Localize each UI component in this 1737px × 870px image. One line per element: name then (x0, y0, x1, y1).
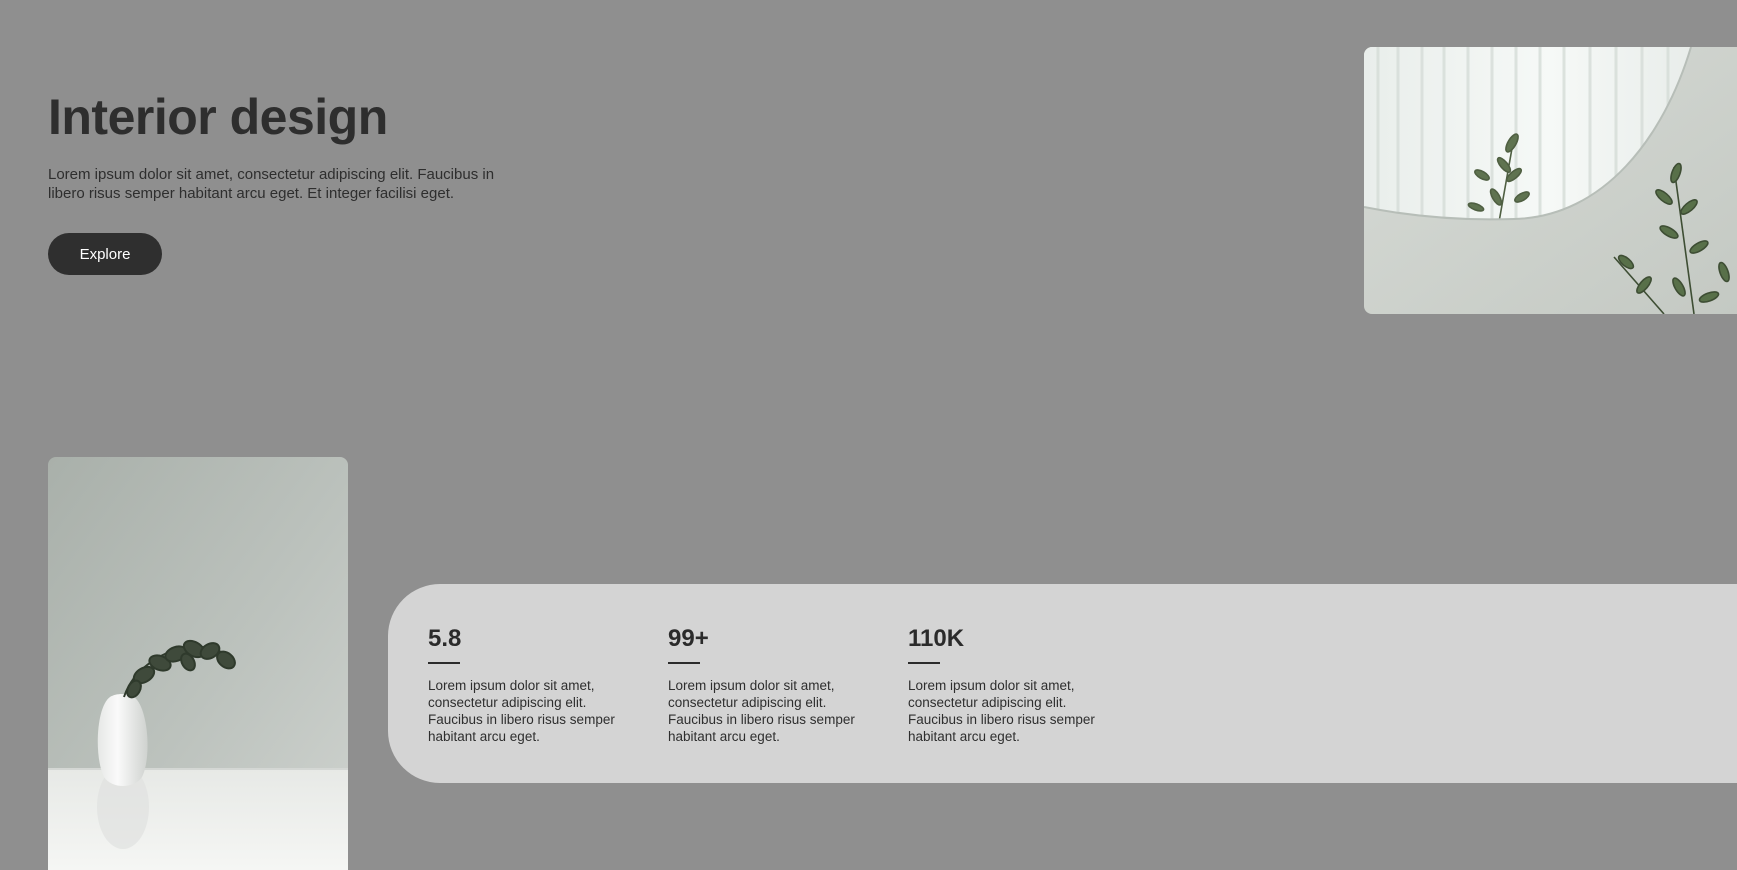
curtain-mirror-photo (1364, 47, 1737, 314)
hero-description: Lorem ipsum dolor sit amet, consectetur … (48, 166, 495, 202)
stat-value: 110K (908, 625, 965, 652)
stat-value: 99+ (668, 625, 709, 652)
page-title: Interior design (48, 89, 388, 145)
stat-description: Lorem ipsum dolor sit amet, consectetur … (428, 678, 615, 744)
stat-divider (668, 662, 700, 664)
stat-divider (908, 662, 940, 664)
stat-description: Lorem ipsum dolor sit amet, consectetur … (908, 678, 1095, 744)
stat-item: 99+ Lorem ipsum dolor sit amet, consecte… (668, 624, 868, 745)
vase-image (48, 457, 348, 870)
stat-value: 5.8 (428, 625, 462, 652)
vase-photo (48, 457, 348, 870)
stat-divider (428, 662, 460, 664)
stat-item: 110K Lorem ipsum dolor sit amet, consect… (908, 624, 1108, 745)
hero-image-curtain-mirror (1364, 47, 1737, 314)
explore-button[interactable]: Explore (48, 233, 162, 275)
stats-panel: 5.8 Lorem ipsum dolor sit amet, consecte… (388, 584, 1737, 783)
stat-description: Lorem ipsum dolor sit amet, consectetur … (668, 678, 855, 744)
stat-item: 5.8 Lorem ipsum dolor sit amet, consecte… (428, 624, 628, 745)
